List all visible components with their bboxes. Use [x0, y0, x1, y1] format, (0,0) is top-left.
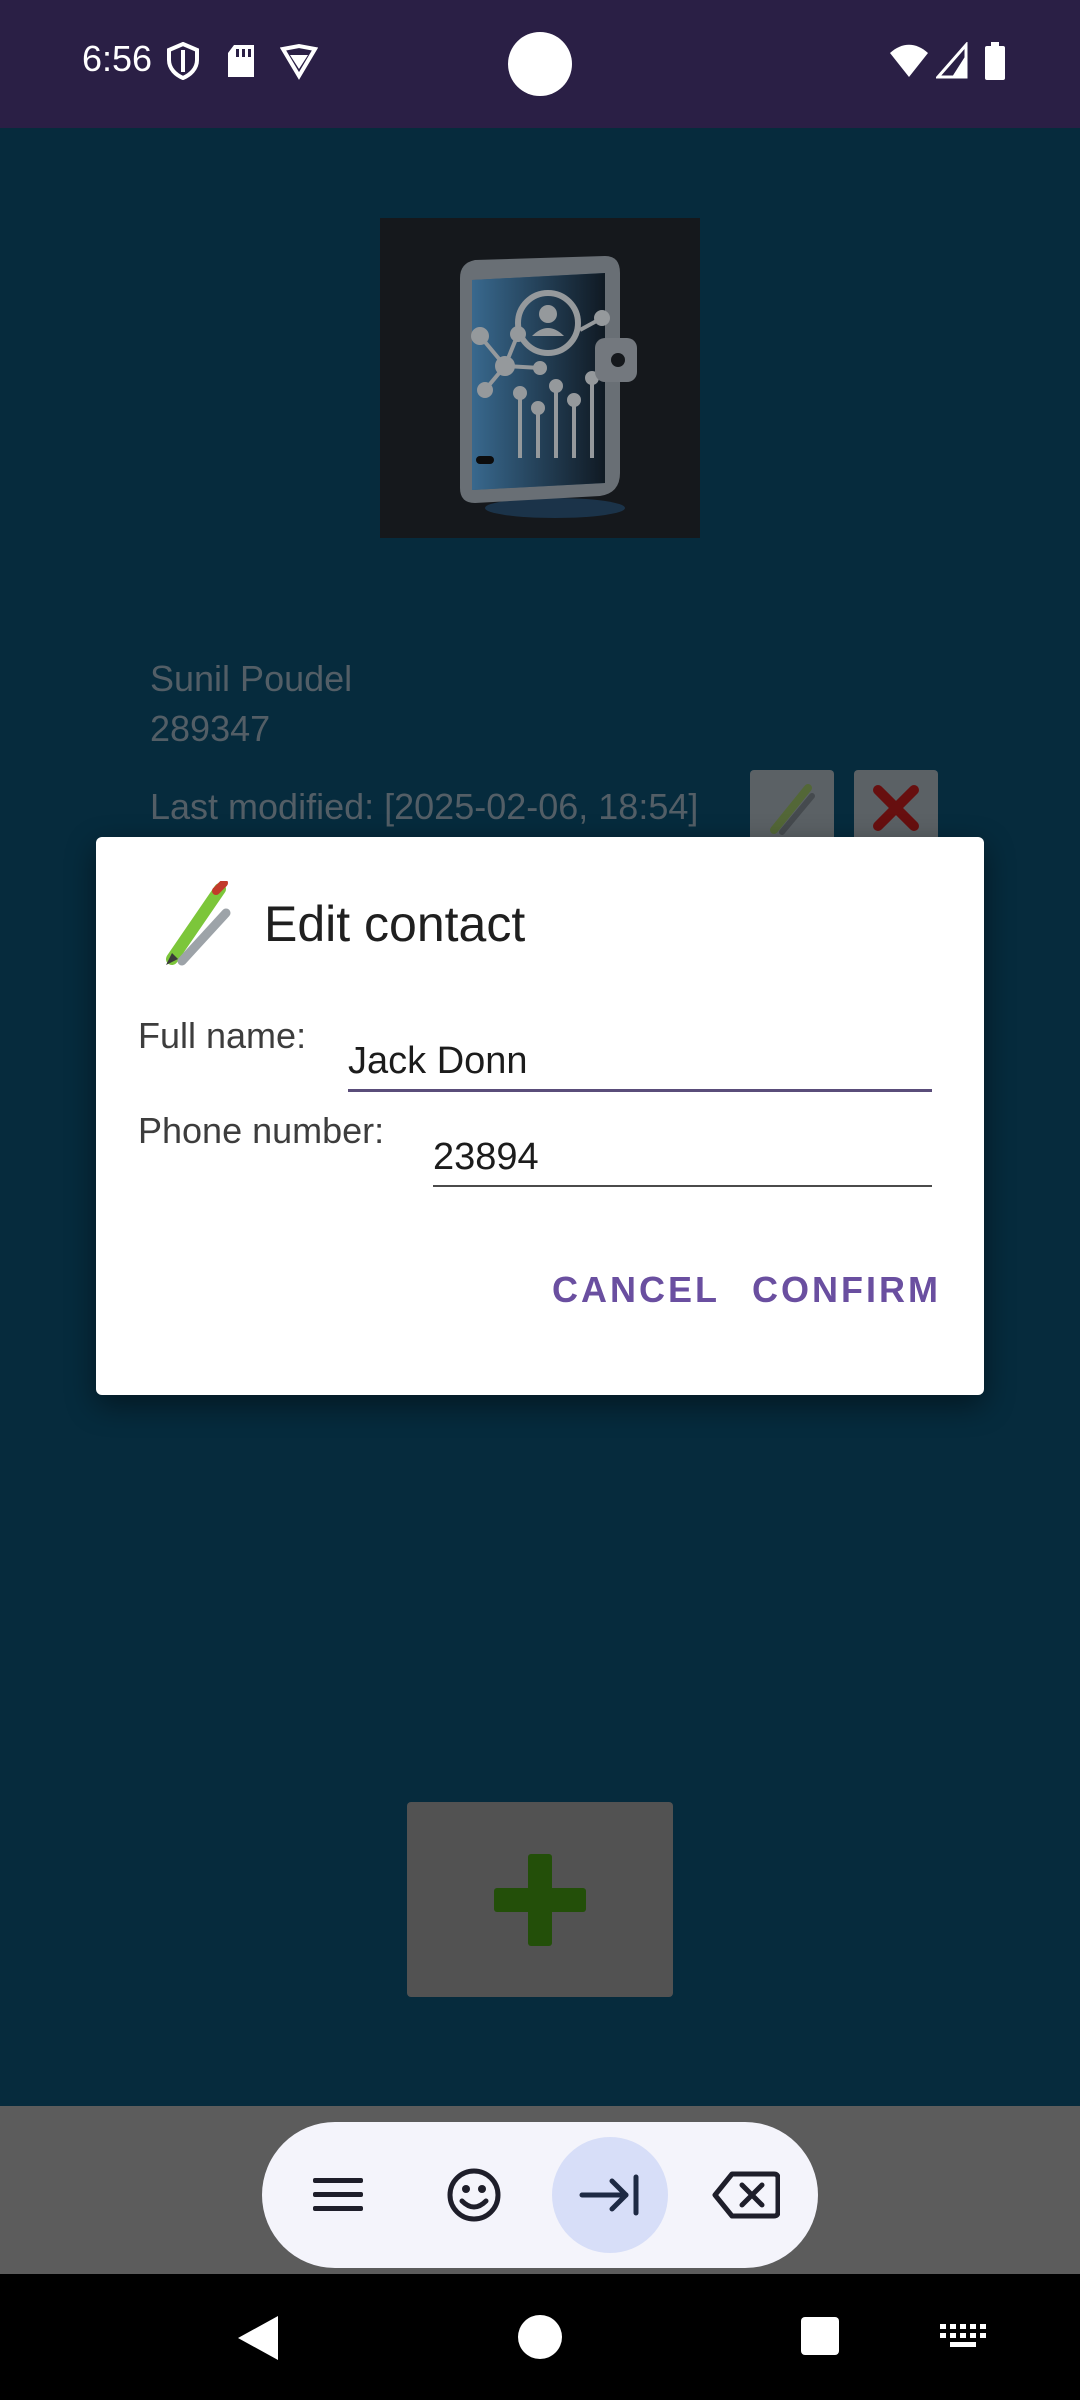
keyboard-icon[interactable] — [940, 2324, 986, 2350]
vpn-icon — [280, 43, 318, 80]
edit-contact-dialog: Edit contact Full name: Phone number: CA… — [96, 837, 984, 1395]
recents-icon[interactable] — [800, 2316, 840, 2356]
status-time: 6:56 — [82, 38, 153, 79]
tab-icon[interactable] — [552, 2137, 668, 2253]
sd-card-icon — [228, 45, 254, 77]
signal-icon — [936, 42, 968, 79]
backspace-icon[interactable] — [688, 2137, 804, 2253]
full-name-label: Full name: — [138, 1015, 307, 1056]
menu-icon[interactable] — [280, 2137, 396, 2253]
shield-icon — [167, 42, 199, 80]
pencil-icon — [166, 881, 231, 966]
full-name-input[interactable] — [348, 1033, 932, 1092]
back-icon[interactable] — [234, 2313, 280, 2363]
home-icon[interactable] — [517, 2314, 563, 2360]
confirm-button[interactable]: CONFIRM — [752, 1269, 941, 1311]
dialog-title: Edit contact — [264, 896, 526, 952]
phone-number-input[interactable] — [433, 1129, 932, 1187]
phone-number-label: Phone number: — [138, 1110, 385, 1151]
cancel-button[interactable]: CANCEL — [552, 1269, 720, 1311]
emoji-icon[interactable] — [416, 2137, 532, 2253]
battery-icon — [985, 42, 1005, 80]
camera-cutout — [508, 32, 572, 96]
wifi-icon — [890, 44, 928, 77]
